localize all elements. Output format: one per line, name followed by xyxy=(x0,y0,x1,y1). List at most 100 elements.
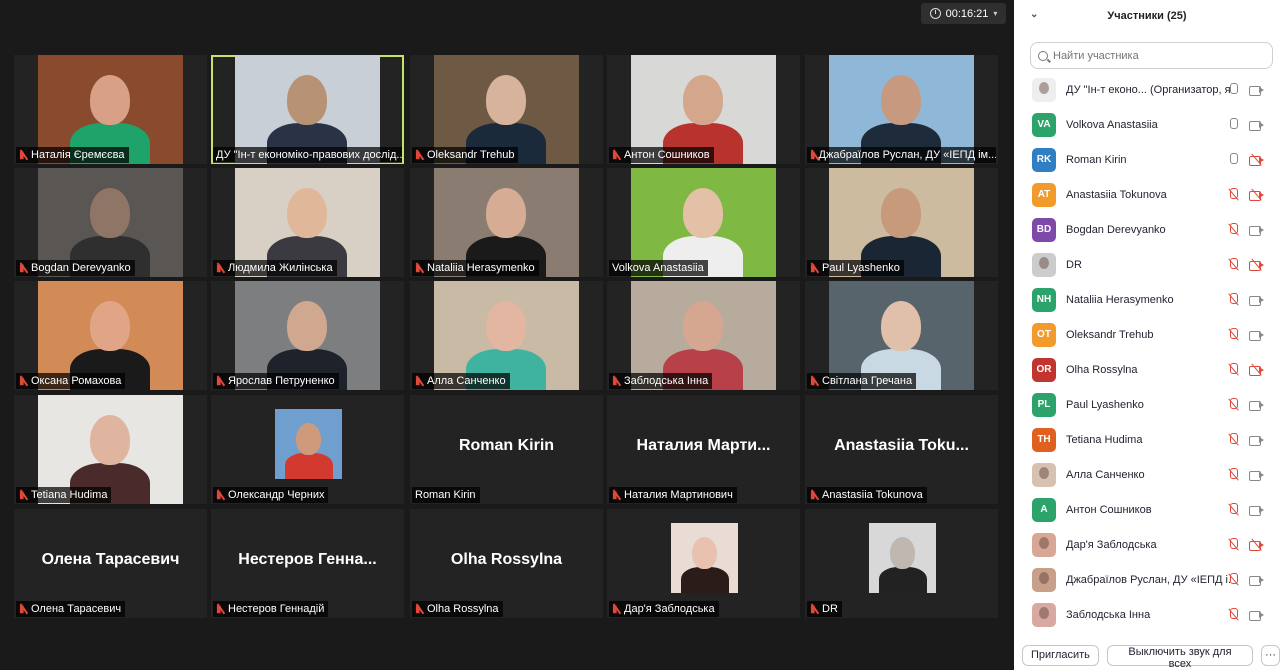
video-tile[interactable]: ▮ Олександр Черних xyxy=(211,395,404,504)
mic-icon[interactable] xyxy=(1227,118,1239,131)
video-tile[interactable]: ▮ Людмила Жилінська xyxy=(211,168,404,277)
mic-muted-icon[interactable] xyxy=(1227,398,1239,411)
participant-row[interactable]: ДУ "Ін-т еконо... (Организатор, я) xyxy=(1014,72,1280,107)
video-tile[interactable]: Volkova Anastasiia xyxy=(607,168,800,277)
participant-row[interactable]: PL Paul Lyashenko xyxy=(1014,387,1280,422)
participant-row[interactable]: BD Bogdan Derevyanko xyxy=(1014,212,1280,247)
video-tile[interactable]: Anastasiia Toku... ▮ Anastasiia Tokunova xyxy=(805,395,998,504)
mic-muted-icon[interactable] xyxy=(1227,258,1239,271)
camera-icon[interactable] xyxy=(1249,224,1264,236)
more-button[interactable]: ··· xyxy=(1261,644,1280,666)
mic-muted-icon: ▮ xyxy=(19,150,28,161)
mic-muted-icon[interactable] xyxy=(1227,293,1239,306)
camera-off-icon[interactable] xyxy=(1249,153,1264,166)
search-input[interactable] xyxy=(1053,49,1253,62)
video-tile[interactable]: Нестеров Генна... ▮ Нестеров Геннадій xyxy=(211,509,404,618)
camera-icon[interactable] xyxy=(1249,119,1264,131)
participant-search[interactable] xyxy=(1030,42,1273,69)
video-tile[interactable]: ▮ Paul Lyashenko xyxy=(805,168,998,277)
camera-icon[interactable] xyxy=(1249,329,1264,341)
video-tile[interactable]: ▮ Джабраїлов Руслан, ДУ «ІЕПД ім... xyxy=(805,55,998,164)
video-tile[interactable]: Roman Kirin Roman Kirin xyxy=(410,395,603,504)
participant-row[interactable]: Джабраїлов Руслан, ДУ «ІЕПД і... xyxy=(1014,562,1280,597)
camera-off-icon[interactable] xyxy=(1249,363,1264,376)
video-tile[interactable]: ▮ Алла Санченко xyxy=(410,281,603,390)
mic-muted-icon[interactable] xyxy=(1227,363,1239,376)
participant-list-name: DR xyxy=(1066,258,1082,271)
participant-row[interactable]: Дар'я Заблодська xyxy=(1014,527,1280,562)
video-tile[interactable]: ▮ Наталія Єремєєва xyxy=(14,55,207,164)
mic-muted-icon[interactable] xyxy=(1227,328,1239,341)
mic-muted-icon[interactable] xyxy=(1227,503,1239,516)
mic-muted-icon: ▮ xyxy=(415,263,424,274)
camera-off-icon[interactable] xyxy=(1249,258,1264,271)
participant-row[interactable]: Алла Санченко xyxy=(1014,457,1280,492)
participant-name-tag: ▮ Дар'я Заблодська xyxy=(609,601,719,617)
participant-row[interactable]: DR xyxy=(1014,247,1280,282)
camera-off-icon[interactable] xyxy=(1249,188,1264,201)
mic-muted-icon[interactable] xyxy=(1227,538,1239,551)
participant-row[interactable]: A Антон Сошников xyxy=(1014,492,1280,527)
person-head xyxy=(90,415,130,465)
participant-row[interactable]: TH Tetiana Hudima xyxy=(1014,422,1280,457)
video-tile[interactable]: ▮ Світлана Гречана xyxy=(805,281,998,390)
mic-muted-icon[interactable] xyxy=(1227,573,1239,586)
video-tile[interactable]: ▮ Заблодська Інна xyxy=(607,281,800,390)
camera-icon[interactable] xyxy=(1249,399,1264,411)
invite-button[interactable]: Пригласить xyxy=(1022,644,1099,666)
participant-list-name: Антон Сошников xyxy=(1066,503,1152,516)
mute-all-button[interactable]: Выключить звук для всех xyxy=(1106,644,1254,670)
meeting-timer[interactable]: 00:16:21 ▾ xyxy=(921,3,1006,24)
video-tile[interactable]: Наталия Марти... ▮ Наталия Мартинович xyxy=(607,395,800,504)
participant-row[interactable]: OT Oleksandr Trehub xyxy=(1014,317,1280,352)
participant-row[interactable]: AT Anastasiia Tokunova xyxy=(1014,177,1280,212)
video-tile[interactable]: ▮ DR xyxy=(805,509,998,618)
mic-muted-icon: ▮ xyxy=(216,263,225,274)
participant-name-tag: ▮ Оксана Ромахова xyxy=(16,373,126,389)
camera-icon[interactable] xyxy=(1249,504,1264,516)
camera-icon[interactable] xyxy=(1249,469,1264,481)
mic-icon[interactable] xyxy=(1227,153,1239,166)
video-tile[interactable]: Олена Тарасевич ▮ Олена Тарасевич xyxy=(14,509,207,618)
video-tile[interactable]: ▮ Tetiana Hudima xyxy=(14,395,207,504)
video-tile[interactable]: Olha Rossylna ▮ Olha Rossylna xyxy=(410,509,603,618)
participant-avatar-photo xyxy=(1032,462,1056,487)
video-tile[interactable]: ▮ Оксана Ромахова xyxy=(14,281,207,390)
participant-name-tag: ▮ Наталія Єремєєва xyxy=(16,147,129,163)
participant-row[interactable]: VA Volkova Anastasiia xyxy=(1014,107,1280,142)
participant-name: Bogdan Derevyanko xyxy=(31,262,131,274)
participant-name-tag: Roman Kirin xyxy=(412,487,480,503)
video-tile[interactable]: ▮ Ярослав Петруненко xyxy=(211,281,404,390)
video-tile[interactable]: ▮ Nataliia Herasymenko xyxy=(410,168,603,277)
participant-row[interactable]: Заблодська Інна xyxy=(1014,597,1280,632)
mic-muted-icon[interactable] xyxy=(1227,433,1239,446)
mic-muted-icon[interactable] xyxy=(1227,468,1239,481)
mic-muted-icon: ▮ xyxy=(415,604,424,615)
video-tile[interactable]: ДУ "Ін-т економіко-правових дослід... xyxy=(211,55,404,164)
participant-avatar: TH xyxy=(1032,427,1056,452)
participant-row[interactable]: OR Olha Rossylna xyxy=(1014,352,1280,387)
mic-muted-icon[interactable] xyxy=(1227,188,1239,201)
video-tile[interactable]: ▮ Дар'я Заблодська xyxy=(607,509,800,618)
person-head xyxy=(881,75,921,125)
camera-icon[interactable] xyxy=(1249,609,1264,621)
camera-icon[interactable] xyxy=(1249,84,1264,96)
video-tile[interactable]: ▮ Bogdan Derevyanko xyxy=(14,168,207,277)
panel-footer: Пригласить Выключить звук для всех ··· xyxy=(1014,640,1280,670)
participant-name-tag: ▮ Олена Тарасевич xyxy=(16,601,126,617)
mic-muted-icon[interactable] xyxy=(1227,608,1239,621)
participant-row[interactable]: RK Roman Kirin xyxy=(1014,142,1280,177)
camera-icon[interactable] xyxy=(1249,434,1264,446)
participant-row[interactable]: NH Nataliia Herasymenko xyxy=(1014,282,1280,317)
camera-icon[interactable] xyxy=(1249,294,1264,306)
search-icon xyxy=(1038,50,1048,61)
camera-icon[interactable] xyxy=(1249,574,1264,586)
mic-icon[interactable] xyxy=(1227,83,1239,96)
mic-muted-icon[interactable] xyxy=(1227,223,1239,236)
video-tile[interactable]: ▮ Oleksandr Trehub xyxy=(410,55,603,164)
chevron-down-icon[interactable]: ⌄ xyxy=(1030,9,1038,20)
video-tile[interactable]: ▮ Антон Сошников xyxy=(607,55,800,164)
participant-name-tag: ▮ Людмила Жилінська xyxy=(213,260,337,276)
participant-list-name: Джабраїлов Руслан, ДУ «ІЕПД і... xyxy=(1066,573,1231,586)
camera-off-icon[interactable] xyxy=(1249,538,1264,551)
